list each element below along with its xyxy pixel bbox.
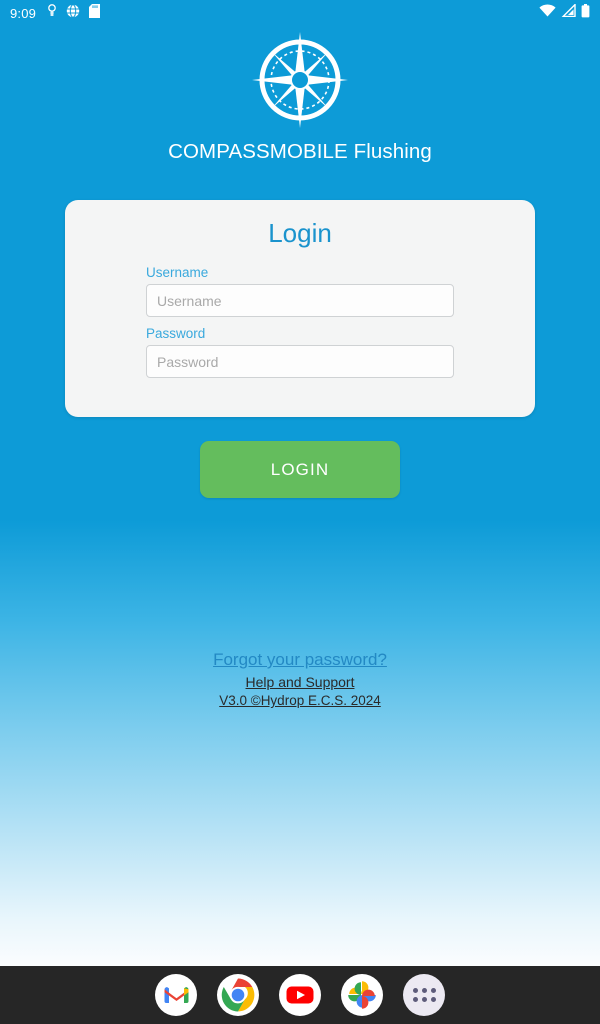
status-left-icons bbox=[47, 3, 101, 23]
username-field-group: Username bbox=[65, 265, 535, 317]
compass-rose-icon bbox=[0, 30, 600, 130]
status-clock: 9:09 bbox=[10, 5, 37, 21]
status-right-icons bbox=[539, 2, 590, 23]
vpn-key-icon bbox=[47, 4, 57, 22]
cellular-signal-icon bbox=[561, 2, 576, 22]
login-card: Login Username Password bbox=[65, 200, 535, 417]
gmail-icon[interactable] bbox=[155, 974, 197, 1016]
password-input[interactable] bbox=[146, 345, 454, 378]
sd-card-icon bbox=[89, 3, 101, 23]
login-card-title: Login bbox=[268, 218, 332, 248]
app-drawer-dots bbox=[412, 988, 436, 1002]
forgot-password-link[interactable]: Forgot your password? bbox=[0, 650, 600, 670]
password-field-group: Password bbox=[65, 326, 535, 378]
google-photos-icon[interactable] bbox=[341, 974, 383, 1016]
footer-links: Forgot your password? Help and Support V… bbox=[0, 650, 600, 708]
app-title: COMPASSMOBILE Flushing bbox=[168, 140, 432, 163]
youtube-icon[interactable] bbox=[279, 974, 321, 1016]
username-input[interactable] bbox=[146, 284, 454, 317]
login-screen: 9:09 COMPASSMOBILE Flushing Login Userna… bbox=[0, 0, 600, 1024]
version-copyright-link[interactable]: V3.0 ©Hydrop E.C.S. 2024 bbox=[0, 693, 600, 708]
chrome-icon[interactable] bbox=[217, 974, 259, 1016]
battery-icon bbox=[581, 3, 590, 23]
password-label: Password bbox=[146, 326, 206, 341]
login-button[interactable]: LOGIN bbox=[200, 441, 400, 498]
username-label: Username bbox=[146, 265, 209, 280]
help-and-support-link[interactable]: Help and Support bbox=[0, 674, 600, 690]
app-drawer-icon[interactable] bbox=[403, 974, 445, 1016]
brand-area: COMPASSMOBILE Flushing bbox=[0, 26, 600, 164]
wifi-icon bbox=[539, 4, 556, 22]
status-bar: 9:09 bbox=[0, 0, 600, 26]
globe-icon bbox=[66, 3, 80, 23]
app-dock bbox=[0, 966, 600, 1024]
